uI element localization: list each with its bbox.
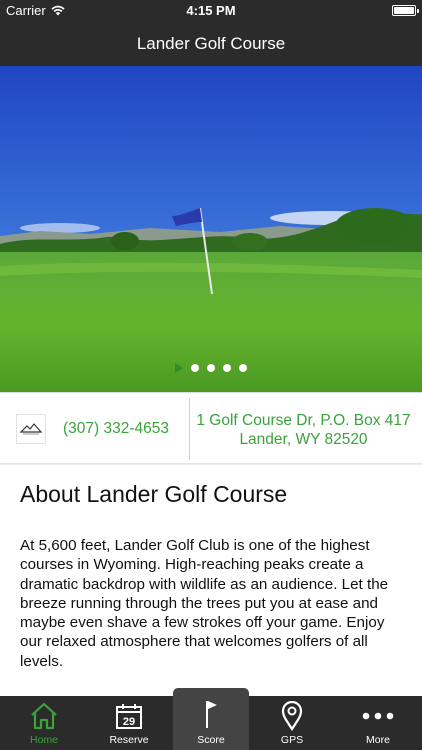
slide-indicator-dot[interactable] [207, 364, 215, 372]
about-section: About Lander Golf Course At 5,600 feet, … [0, 465, 422, 696]
address-line2: Lander, WY 82520 [239, 431, 368, 448]
slide-indicator-dot[interactable] [223, 364, 231, 372]
slide-indicator-dot[interactable] [239, 364, 247, 372]
about-body: At 5,600 feet, Lander Golf Club is one o… [20, 537, 389, 670]
calendar-icon: 29 [116, 704, 142, 729]
hero-slideshow[interactable] [0, 66, 422, 392]
tab-home-label: Home [29, 734, 58, 746]
tab-bar: Home 29 Reserve Score GPS More [0, 688, 422, 750]
more-dots-icon [362, 712, 394, 720]
mountain-logo-icon [20, 423, 42, 435]
tab-home[interactable]: Home [2, 696, 86, 750]
about-title: About Lander Golf Course [20, 481, 288, 507]
tab-more[interactable]: More [336, 696, 420, 750]
home-icon [31, 702, 57, 730]
tab-score[interactable]: Score [173, 688, 249, 750]
nav-bar: Lander Golf Course [0, 22, 422, 66]
slide-indicator-active[interactable] [175, 363, 183, 373]
calendar-day: 29 [123, 716, 135, 728]
location-pin-icon [281, 701, 303, 731]
golf-course-photo [0, 66, 422, 392]
page-title: Lander Golf Course [136, 34, 286, 53]
slide-indicator-dot[interactable] [191, 364, 199, 372]
address-line1: 1 Golf Course Dr, P.O. Box 417 [196, 412, 411, 429]
phone-link[interactable]: (307) 332-4653 [63, 393, 169, 465]
address-link[interactable]: 1 Golf Course Dr, P.O. Box 417 Lander, W… [191, 411, 416, 449]
contact-divider [189, 398, 190, 460]
contact-bar: (307) 332-4653 1 Golf Course Dr, P.O. Bo… [0, 392, 422, 464]
tab-more-label: More [366, 734, 390, 746]
status-bar: Carrier 4:15 PM [0, 0, 422, 22]
tab-gps-label: GPS [280, 734, 304, 746]
flag-icon [206, 701, 217, 728]
course-logo [16, 414, 46, 444]
battery-icon [392, 5, 419, 16]
tab-score-label: Score [197, 734, 225, 746]
status-time: 4:15 PM [186, 3, 236, 18]
tab-reserve-label: Reserve [109, 734, 149, 746]
tab-reserve[interactable]: 29 Reserve [87, 696, 171, 750]
tab-gps[interactable]: GPS [250, 696, 334, 750]
slideshow-indicator[interactable] [0, 363, 422, 373]
